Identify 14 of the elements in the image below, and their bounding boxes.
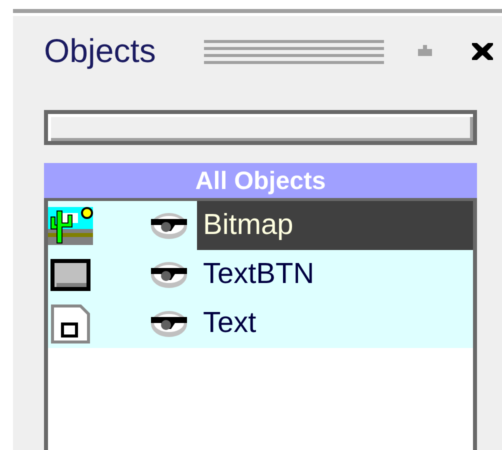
list-header: All Objects [44,163,477,201]
object-row[interactable]: Text [48,299,473,348]
object-row[interactable]: TextBTN [48,250,473,299]
input-field[interactable] [44,110,477,145]
object-name: Bitmap [197,201,473,250]
object-name: Text [202,306,258,341]
image-icon [48,206,93,244]
object-row[interactable]: Bitmap [48,201,473,250]
object-name: TextBTN [202,257,316,292]
text-file-icon [48,304,93,344]
close-icon[interactable] [472,42,493,60]
button-icon [48,258,93,290]
panel-title: Objects [44,32,157,70]
grip-icon [204,38,384,64]
